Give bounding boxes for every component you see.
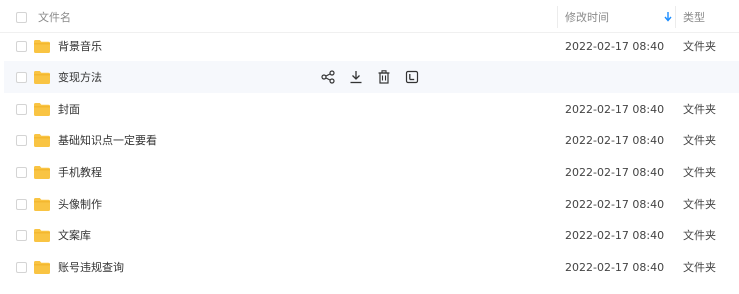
modified-time: 2022-02-17 08:40: [565, 197, 665, 211]
file-type: 文件夹: [683, 198, 716, 211]
delete-icon: [378, 70, 390, 84]
file-row[interactable]: 背景音乐 2022-02-17 08:40 文件夹: [4, 30, 739, 62]
file-type: 文件夹: [683, 103, 716, 116]
folder-icon: [34, 228, 50, 242]
row-checkbox[interactable]: [16, 261, 27, 273]
modified-time: 2022-02-17 08:40: [565, 133, 665, 147]
modified-time: 2022-02-17 08:40: [565, 165, 665, 179]
row-checkbox[interactable]: [16, 134, 27, 146]
modified-time: 2022-02-17 08:40: [565, 39, 665, 53]
row-checkbox[interactable]: [16, 40, 27, 52]
row-checkbox[interactable]: [16, 166, 27, 178]
column-separator[interactable]: [675, 6, 676, 28]
select-all-checkbox[interactable]: [16, 11, 27, 23]
folder-icon: [34, 197, 50, 211]
column-separator[interactable]: [557, 6, 558, 28]
file-type: 文件夹: [683, 166, 716, 179]
row-checkbox[interactable]: [16, 103, 27, 115]
file-row[interactable]: 基础知识点一定要看 2022-02-17 08:40 文件夹: [4, 124, 739, 156]
header-modified-time[interactable]: 修改时间: [565, 9, 609, 25]
file-row[interactable]: 手机教程 2022-02-17 08:40 文件夹: [4, 156, 739, 188]
file-name[interactable]: 头像制作: [58, 196, 102, 212]
folder-icon: [34, 260, 50, 274]
file-type: 文件夹: [683, 229, 716, 242]
download-icon: [350, 71, 362, 84]
file-row[interactable]: 文案库 2022-02-17 08:40 文件夹: [4, 219, 739, 251]
file-name[interactable]: 文案库: [58, 227, 91, 243]
more-icon: [405, 70, 419, 84]
file-name[interactable]: 封面: [58, 101, 80, 117]
file-name[interactable]: 账号违规查询: [58, 259, 124, 275]
share-button[interactable]: [320, 69, 336, 85]
more-button[interactable]: [404, 69, 420, 85]
folder-icon: [34, 39, 50, 53]
file-row[interactable]: 头像制作 2022-02-17 08:40 文件夹: [4, 188, 739, 220]
header-name[interactable]: 文件名: [38, 9, 71, 25]
row-checkbox[interactable]: [16, 198, 27, 210]
folder-icon: [34, 70, 50, 84]
modified-time: 2022-02-17 08:40: [565, 228, 665, 242]
folder-icon: [34, 133, 50, 147]
folder-icon: [34, 102, 50, 116]
file-name[interactable]: 手机教程: [58, 164, 102, 180]
row-checkbox[interactable]: [16, 229, 27, 241]
delete-button[interactable]: [376, 69, 392, 85]
folder-icon: [34, 165, 50, 179]
sort-down-icon[interactable]: [664, 11, 672, 22]
header-type[interactable]: 类型: [683, 9, 705, 25]
file-row[interactable]: 账号违规查询 2022-02-17 08:40 文件夹: [4, 251, 739, 283]
modified-time: 2022-02-17 08:40: [565, 102, 665, 116]
file-row-hovered[interactable]: 变现方法: [4, 61, 739, 93]
modified-time: 2022-02-17 08:40: [565, 260, 665, 274]
file-list: 文件名 修改时间 类型 背景音乐 2022-02-17 08:40 文件夹 变现…: [0, 0, 739, 294]
file-type: 文件夹: [683, 40, 716, 53]
row-checkbox[interactable]: [16, 71, 27, 83]
row-actions: [320, 69, 432, 85]
file-type: 文件夹: [683, 134, 716, 147]
file-name[interactable]: 基础知识点一定要看: [58, 132, 157, 148]
file-type: 文件夹: [683, 261, 716, 274]
file-name[interactable]: 变现方法: [58, 69, 102, 85]
file-row[interactable]: 封面 2022-02-17 08:40 文件夹: [4, 93, 739, 125]
share-icon: [321, 70, 335, 84]
download-button[interactable]: [348, 69, 364, 85]
file-name[interactable]: 背景音乐: [58, 38, 102, 54]
list-header: 文件名 修改时间 类型: [4, 2, 739, 32]
